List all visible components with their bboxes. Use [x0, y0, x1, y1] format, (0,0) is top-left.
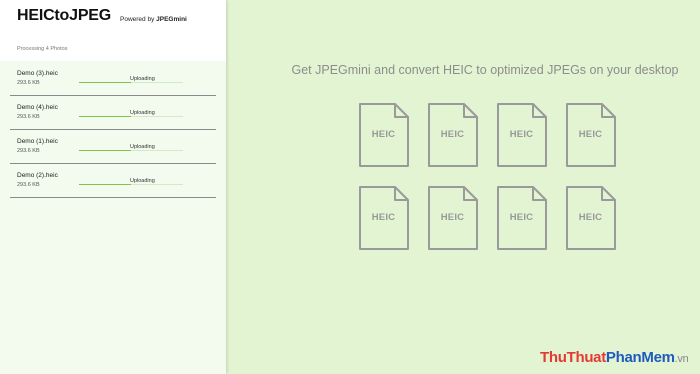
file-name: Demo (1).heic: [17, 138, 58, 145]
file-row: Demo (4).heic 293.6 KB Uploading: [10, 96, 216, 130]
heic-file-icon: HEIC: [357, 102, 410, 169]
heic-file-icon-label: HEIC: [509, 212, 534, 223]
heic-file-icon: HEIC: [426, 185, 479, 252]
powered-by-prefix: Powered by: [120, 16, 155, 23]
file-name: Demo (4).heic: [17, 104, 58, 111]
app-title: HEICtoJPEG: [17, 7, 112, 24]
heic-file-icon: HEIC: [426, 102, 479, 169]
file-size: 293.6 KB: [17, 114, 40, 120]
progress-bar: [79, 150, 183, 151]
file-name: Demo (3).heic: [17, 70, 58, 77]
heic-file-icon: HEIC: [357, 185, 410, 252]
heic-file-icon-label: HEIC: [578, 129, 603, 140]
progress-bar: [79, 82, 183, 83]
heic-file-icon-label: HEIC: [371, 129, 396, 140]
progress-fill: [79, 116, 131, 117]
heic-file-icon-label: HEIC: [440, 129, 465, 140]
powered-by: Powered by JPEGmini: [120, 16, 187, 23]
watermark: ThuThuatPhanMem.vn: [540, 349, 689, 366]
heic-file-icon: HEIC: [564, 102, 617, 169]
heic-file-icon: HEIC: [495, 102, 548, 169]
watermark-part: .vn: [674, 353, 689, 365]
sidebar: HEICtoJPEG Powered by JPEGmini Processin…: [0, 0, 226, 374]
promo-heading[interactable]: Get JPEGmini and convert HEIC to optimiz…: [270, 63, 700, 77]
heic-file-icon-label: HEIC: [440, 212, 465, 223]
file-row: Demo (2).heic 293.6 KB Uploading: [10, 164, 216, 198]
powered-by-brand[interactable]: JPEGmini: [156, 16, 187, 23]
file-name: Demo (2).heic: [17, 172, 58, 179]
progress-fill: [79, 184, 131, 185]
heic-file-icon-label: HEIC: [371, 212, 396, 223]
file-row: Demo (3).heic 293.6 KB Uploading: [10, 62, 216, 96]
heic-icon-grid: HEIC HEIC HEIC HEIC HEIC HEIC HEIC HEIC: [357, 102, 657, 252]
watermark-part: ThuThuat: [540, 349, 606, 366]
heic-file-icon-label: HEIC: [578, 212, 603, 223]
watermark-part: PhanMem: [605, 349, 675, 366]
sidebar-header: HEICtoJPEG Powered by JPEGmini Processin…: [0, 0, 226, 61]
file-size: 293.6 KB: [17, 80, 40, 86]
file-size: 293.6 KB: [17, 148, 40, 154]
progress-bar: [79, 116, 183, 117]
heic-file-icon-label: HEIC: [509, 129, 534, 140]
processing-status: Processing 4 Photos: [17, 46, 68, 52]
file-row: Demo (1).heic 293.6 KB Uploading: [10, 130, 216, 164]
heic-file-icon: HEIC: [495, 185, 548, 252]
file-size: 293.6 KB: [17, 182, 40, 188]
progress-bar: [79, 184, 183, 185]
file-list: Demo (3).heic 293.6 KB Uploading Demo (4…: [10, 62, 216, 198]
progress-fill: [79, 82, 131, 83]
heic-file-icon: HEIC: [564, 185, 617, 252]
progress-fill: [79, 150, 131, 151]
